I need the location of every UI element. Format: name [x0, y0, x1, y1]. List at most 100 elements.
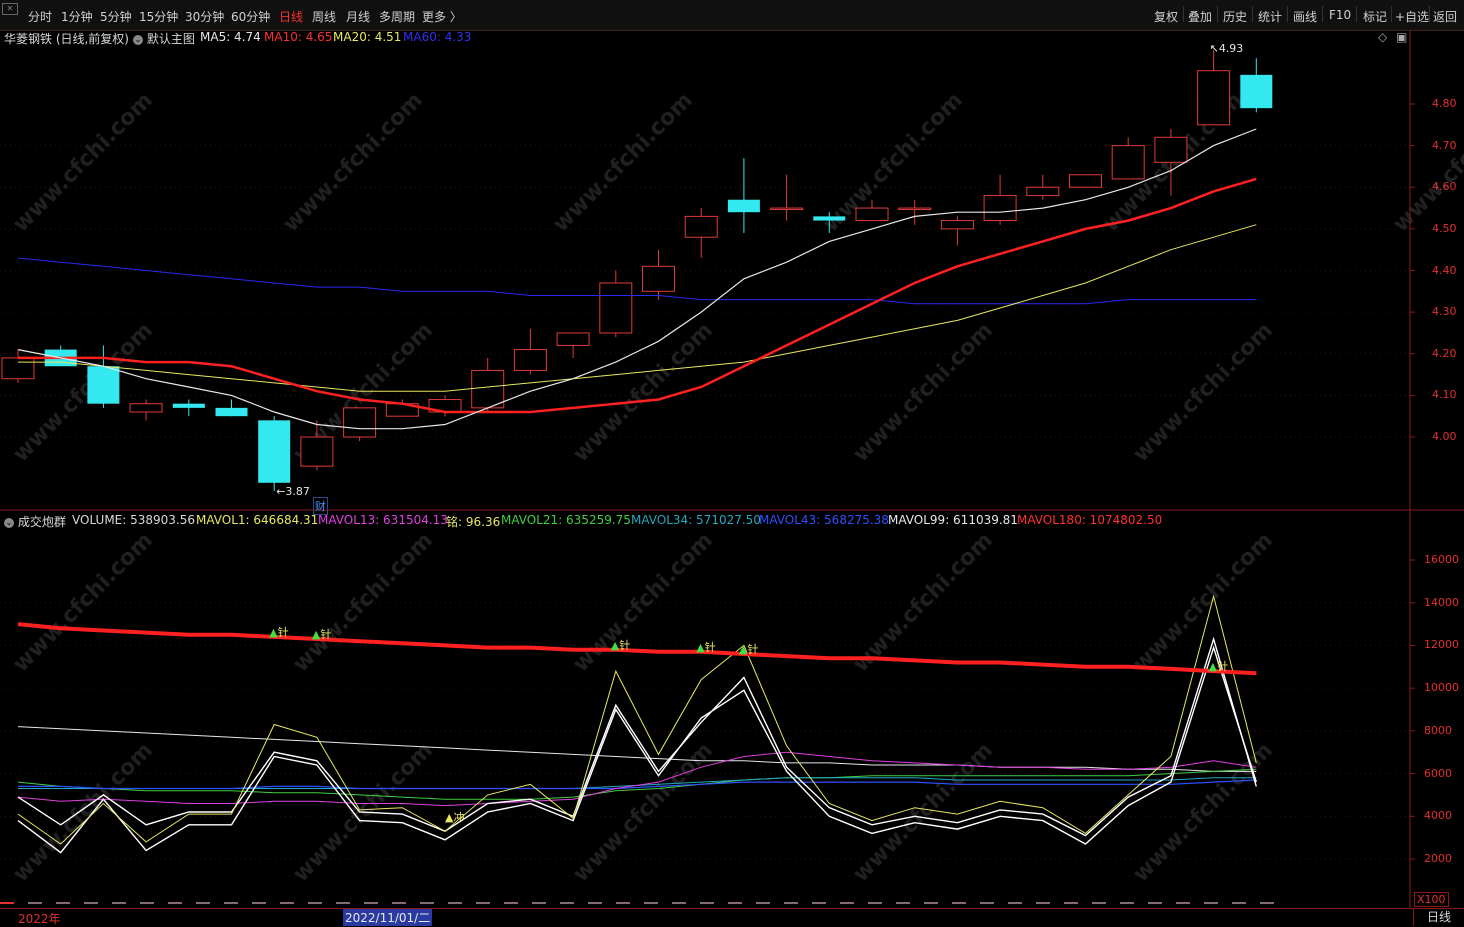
high-price-value: 4.93 [1218, 41, 1244, 55]
period-tab-fenshi[interactable]: 分时 [28, 8, 52, 25]
add-watchlist-button[interactable]: +自选 [1395, 8, 1429, 25]
volume-unit-label: X100 [1414, 892, 1449, 907]
period-indicator[interactable]: 日线 [1413, 908, 1464, 926]
volume-legend: VOLUME: 538903.56 [72, 513, 195, 527]
price-tick-label: 4.70 [1432, 138, 1457, 152]
period-tab-multi[interactable]: 多周期 [379, 8, 415, 25]
zhen-signal: ▲针 [1209, 658, 1228, 674]
volume-tick-label: 4000 [1424, 809, 1452, 823]
zhen-signal-label: 针 [277, 625, 289, 639]
toolbar-divider [1391, 6, 1392, 22]
candle-body-up [940, 220, 974, 230]
high-price-label: ↖4.93 [1210, 42, 1244, 55]
ma60-legend: MA60: 4.33 [403, 30, 472, 44]
candle-body-up [1026, 186, 1060, 197]
candle-body-down [44, 349, 77, 367]
period-tab-more[interactable]: 更多 〉 [422, 8, 462, 25]
watermark: www.cfchi.com [8, 317, 158, 468]
period-tab-1min[interactable]: 1分钟 [61, 8, 93, 25]
zhen-signal-label: 针 [619, 638, 631, 652]
zhen-signal-label: 针 [747, 642, 759, 656]
up-triangle-icon: ▲ [269, 625, 278, 639]
watermark: www.cfchi.com [848, 317, 998, 468]
mavol99-line [17, 726, 1257, 772]
finance-event-badge[interactable]: 财 [312, 497, 328, 515]
chevron-down-icon: ⌄ [4, 517, 14, 528]
candle-body-up [642, 265, 675, 292]
period-tab-15min[interactable]: 15分钟 [139, 8, 178, 25]
template-selector[interactable]: ⌄ 默认主图 [133, 30, 195, 47]
mavol13-legend: MAVOL13: 631504.13 [318, 513, 448, 527]
watermark: www.cfchi.com [848, 737, 998, 888]
period-tab-60min[interactable]: 60分钟 [231, 8, 270, 25]
chong-signal-label: 冲 [453, 811, 465, 825]
candle-body-down [172, 403, 205, 408]
candle-body-up [385, 403, 419, 417]
restore-icon[interactable]: ▣ [1396, 30, 1407, 44]
price-tick-label: 4.80 [1432, 97, 1457, 110]
volume-indicator-name: 成交炮群 [17, 515, 66, 529]
watermark: www.cfchi.com [288, 317, 438, 468]
adjust-button[interactable]: 复权 [1154, 8, 1178, 25]
candle-body-up [471, 369, 505, 409]
toolbar-divider [1252, 6, 1253, 22]
watermark: www.cfchi.com [548, 87, 698, 238]
candle-body-up [770, 207, 804, 211]
back-button[interactable]: 返回 [1433, 8, 1457, 25]
mavol180-legend: MAVOL180: 1074802.50 [1017, 513, 1163, 527]
candle-body-up [983, 195, 1017, 222]
zhen-signal-label: 针 [704, 640, 716, 654]
history-button[interactable]: 历史 [1223, 8, 1247, 25]
watermark: www.cfchi.com [278, 87, 428, 238]
volume-indicator-selector[interactable]: ⌄ 成交炮群 [4, 513, 66, 530]
close-icon[interactable]: ✕ [2, 3, 18, 15]
f10-button[interactable]: F10 [1329, 8, 1351, 22]
period-tab-5min[interactable]: 5分钟 [100, 8, 132, 25]
watermark: www.cfchi.com [818, 87, 968, 238]
candle-body-up [1111, 145, 1145, 180]
toolbar-divider [1217, 6, 1218, 22]
mavol99-legend: MAVOL99: 611039.81 [888, 513, 1018, 527]
watermark: www.cfchi.com [848, 527, 998, 678]
stats-button[interactable]: 统计 [1258, 8, 1282, 25]
ma10-line [18, 177, 1257, 414]
template-label: 默认主图 [146, 32, 195, 46]
price-tick-label: 4.30 [1432, 305, 1457, 319]
toolbar-divider [1356, 6, 1357, 22]
watermark: www.cfchi.com [568, 317, 718, 468]
stock-title: 华菱钢铁 (日线,前复权) [4, 32, 129, 46]
ma20-line [18, 224, 1257, 392]
candle-body-up [428, 399, 462, 413]
volume-tick-label: 10000 [1424, 681, 1459, 695]
mark-button[interactable]: 标记 [1363, 8, 1387, 25]
candle-body-down [727, 199, 760, 213]
candle-body-up [1, 357, 35, 380]
watermark: www.cfchi.com [288, 737, 438, 888]
watermark: www.cfchi.com [1098, 87, 1248, 238]
period-tab-weekly[interactable]: 周线 [312, 8, 336, 25]
zhen-signal-label: 针 [1217, 660, 1229, 674]
toolbar-divider [1287, 6, 1288, 22]
watermark: www.cfchi.com [288, 527, 438, 678]
zhen-signal: ▲针 [269, 624, 288, 640]
candle-body-down [258, 420, 291, 483]
period-tab-monthly[interactable]: 月线 [346, 8, 370, 25]
mavol43-line [18, 779, 1257, 790]
mavol21-line [17, 768, 1257, 800]
period-tab-daily[interactable]: 日线 [279, 8, 303, 25]
period-tab-30min[interactable]: 30分钟 [185, 8, 224, 25]
mavol34-line [18, 777, 1257, 789]
watermark: www.cfchi.com [1128, 737, 1278, 888]
ma20-legend: MA20: 4.51 [333, 30, 402, 44]
chevron-down-icon: ⌄ [133, 34, 143, 45]
price-tick-label: 4.60 [1432, 180, 1457, 194]
price-tick-label: 4.50 [1432, 221, 1457, 235]
draw-button[interactable]: 画线 [1293, 8, 1317, 25]
price-tick-label: 4.40 [1432, 263, 1457, 277]
volume-tick-label: 16000 [1424, 553, 1459, 566]
mavol13-line [17, 751, 1257, 807]
overlay-button[interactable]: 叠加 [1188, 8, 1212, 25]
low-price-label: ←3.87 [276, 485, 310, 498]
diamond-icon[interactable]: ◇ [1378, 30, 1387, 44]
candle-body-up [556, 332, 590, 346]
